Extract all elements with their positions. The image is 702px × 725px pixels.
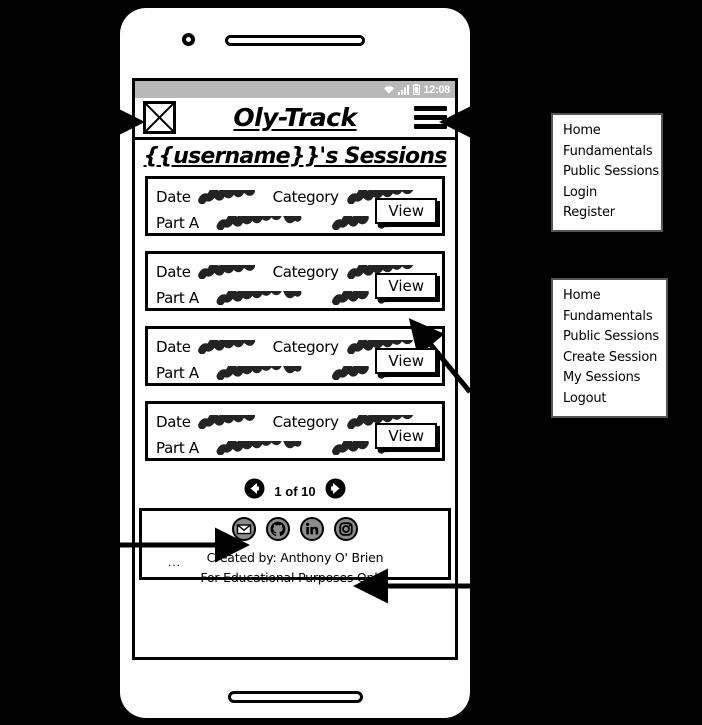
social-links (142, 517, 448, 546)
session-card[interactable]: Date Category Part A View (145, 326, 445, 386)
date-value-scribble (197, 265, 255, 279)
date-value-scribble (197, 415, 255, 429)
email-icon[interactable] (232, 517, 256, 546)
footer: ... Created by: Anthony O' Brien For Edu… (139, 508, 451, 585)
view-button[interactable]: View (375, 273, 437, 299)
menu-item-logout[interactable]: Logout (563, 389, 666, 410)
session-card[interactable]: Date Category Part A View (145, 251, 445, 311)
github-icon[interactable] (266, 517, 290, 546)
view-button[interactable]: View (375, 198, 437, 224)
date-label: Date (156, 338, 191, 356)
menu-item-register[interactable]: Register (563, 203, 661, 224)
menu-item-home[interactable]: Home (563, 121, 661, 142)
status-bar: 12:08 (135, 81, 455, 98)
hamburger-icon[interactable] (414, 106, 447, 129)
date-label: Date (156, 188, 191, 206)
signal-icon (398, 84, 410, 95)
session-card[interactable]: Date Category Part A View (145, 176, 445, 236)
arrow-right-circle-icon[interactable] (325, 478, 346, 504)
date-value-scribble (197, 190, 255, 204)
category-label: Category (272, 263, 339, 281)
part-a-label: Part A (156, 214, 199, 232)
view-button[interactable]: View (375, 348, 437, 374)
footer-ellipsis: ... (168, 555, 182, 569)
phone-camera-icon (182, 33, 195, 46)
session-list: Date Category Part A View Date Category … (135, 170, 455, 461)
instagram-icon[interactable] (334, 517, 358, 546)
category-label: Category (272, 338, 339, 356)
app-bar: Oly-Track (135, 98, 455, 140)
part-a-label: Part A (156, 439, 199, 457)
menu-item-create-session[interactable]: Create Session (563, 348, 666, 369)
wireframe-canvas: 12:08 Oly-Track {{username}}'s Sessions (0, 0, 702, 725)
arrow-left-circle-icon[interactable] (244, 478, 265, 504)
part-a-label: Part A (156, 289, 199, 307)
part-a-label: Part A (156, 364, 199, 382)
view-button[interactable]: View (375, 423, 437, 449)
menu-item-login[interactable]: Login (563, 183, 661, 204)
category-label: Category (272, 188, 339, 206)
menu-item-public-sessions[interactable]: Public Sessions (563, 162, 661, 183)
phone-speaker (225, 35, 365, 46)
phone-screen: 12:08 Oly-Track {{username}}'s Sessions (132, 78, 458, 660)
wifi-icon (383, 84, 395, 95)
menu-item-my-sessions[interactable]: My Sessions (563, 368, 666, 389)
menu-item-fundamentals[interactable]: Fundamentals (563, 142, 661, 163)
menu-item-home[interactable]: Home (563, 286, 666, 307)
menu-item-fundamentals[interactable]: Fundamentals (563, 307, 666, 328)
footer-credit-line-1: Created by: Anthony O' Brien (206, 550, 384, 565)
pagination-label: 1 of 10 (274, 483, 316, 499)
category-label: Category (272, 413, 339, 431)
date-value-scribble (197, 340, 255, 354)
phone-frame: 12:08 Oly-Track {{username}}'s Sessions (120, 8, 470, 718)
status-bar-clock: 12:08 (423, 83, 450, 96)
pagination: 1 of 10 (135, 476, 455, 506)
battery-icon (413, 84, 421, 95)
page-title: {{username}}'s Sessions (143, 144, 448, 169)
session-card[interactable]: Date Category Part A View (145, 401, 445, 461)
date-label: Date (156, 263, 191, 281)
date-label: Date (156, 413, 191, 431)
menu-item-public-sessions[interactable]: Public Sessions (563, 327, 666, 348)
phone-home-button[interactable] (228, 691, 363, 703)
linkedin-icon[interactable] (300, 517, 324, 546)
nav-menu-guest: Home Fundamentals Public Sessions Login … (551, 113, 663, 232)
footer-credit-line-2: For Educational Purposes Only! (200, 570, 390, 585)
app-title: Oly-Track (233, 103, 357, 132)
nav-menu-user: Home Fundamentals Public Sessions Create… (551, 278, 668, 418)
logo-image-placeholder[interactable] (143, 101, 176, 134)
